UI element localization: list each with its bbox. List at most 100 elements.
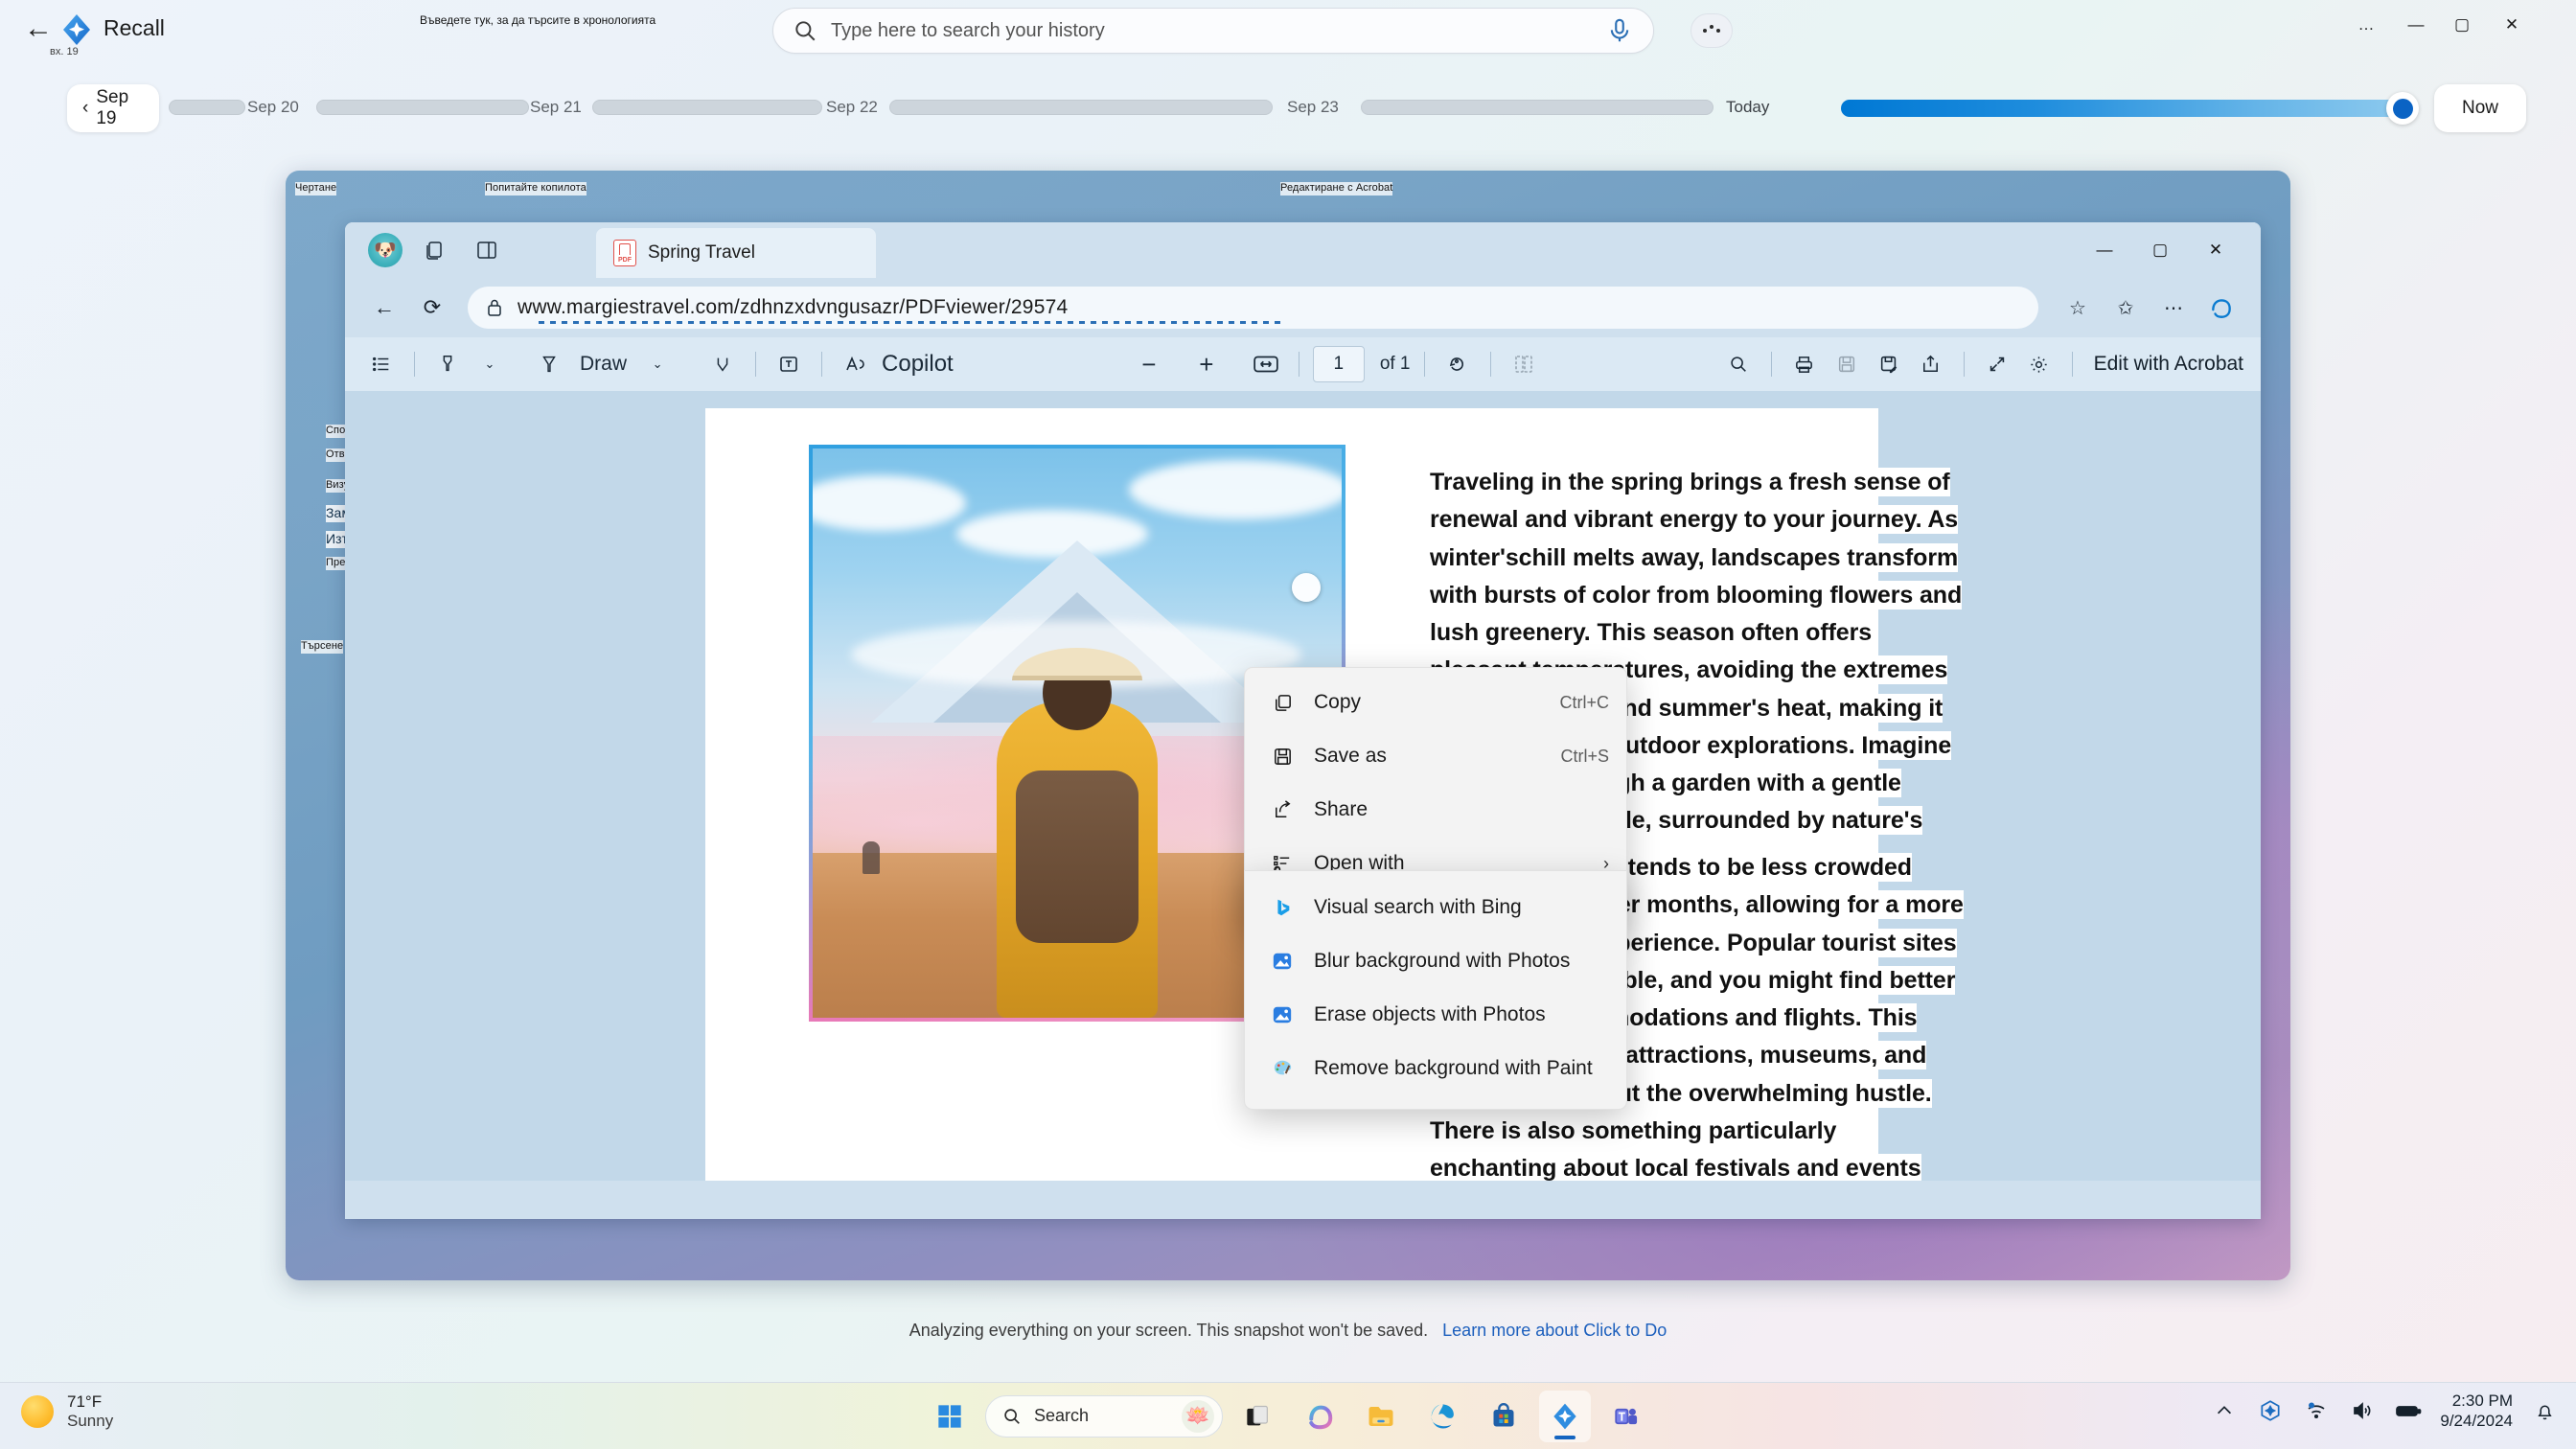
zoom-in-icon[interactable]: + (1187, 345, 1226, 383)
zoom-out-icon[interactable]: − (1130, 345, 1168, 383)
timeline-knob[interactable] (2386, 92, 2419, 125)
menu-item-label: Blur background with Photos (1314, 950, 1571, 972)
context-menu-item-visual-search[interactable]: Visual search with Bing (1245, 881, 1626, 934)
task-view-icon[interactable] (1232, 1391, 1284, 1442)
timeline-day-bar[interactable] (1361, 100, 1714, 115)
back-arrow-icon[interactable]: ← (17, 8, 59, 50)
page-number-input[interactable]: 1 (1312, 346, 1365, 382)
browser-settings-icon[interactable]: ⋯ (2151, 286, 2196, 330)
timeline-day-bar[interactable] (169, 100, 245, 115)
timeline-day-label[interactable]: Sep 23 (1287, 98, 1339, 117)
context-menu-item-save-as[interactable]: Save as Ctrl+S (1245, 729, 1626, 783)
url-highlight-underline (539, 321, 1286, 324)
timeline-now-button[interactable]: Now (2434, 84, 2526, 132)
microphone-icon[interactable] (1605, 16, 1634, 45)
refresh-icon[interactable]: ⟳ (410, 286, 454, 330)
copilot-label[interactable]: Copilot (882, 351, 954, 378)
split-screen-icon[interactable] (468, 231, 506, 269)
context-menu-item-copy[interactable]: Copy Ctrl+C (1245, 676, 1626, 729)
fit-to-width-icon[interactable] (1247, 345, 1285, 383)
draw-icon[interactable] (530, 345, 568, 383)
page-list-icon[interactable] (362, 345, 401, 383)
click-to-do-context-menu-secondary[interactable]: Visual search with Bing Blur background … (1244, 870, 1627, 1110)
timeline-day-bar[interactable] (316, 100, 529, 115)
history-search-bar[interactable] (772, 8, 1654, 54)
more-options-button[interactable] (1690, 13, 1733, 48)
timeline-scrubber[interactable]: ‹ Sep 19 Sep 20 Sep 21 Sep 22 Sep 23 Tod… (0, 84, 2576, 132)
wifi-icon[interactable] (2302, 1396, 2331, 1425)
ocr-label: Попитайте копилота (485, 182, 586, 196)
context-menu-item-blur-background[interactable]: Blur background with Photos (1245, 934, 1626, 988)
taskbar-clock[interactable]: 2:30 PM 9/24/2024 (2440, 1391, 2513, 1432)
app-more-button[interactable]: … (2344, 6, 2388, 44)
windows-taskbar: 71°F Sunny Search 🪷 2:30 PM 9/24/2024 (0, 1382, 2576, 1449)
browser-minimize-button[interactable]: — (2077, 228, 2132, 272)
favorites-star-icon[interactable]: ✩ (2104, 286, 2148, 330)
context-menu-item-remove-background[interactable]: Remove background with Paint (1245, 1042, 1626, 1095)
image-resize-handle[interactable] (1292, 573, 1321, 602)
copilot-tray-icon[interactable] (2256, 1396, 2285, 1425)
timeline-day-label[interactable]: Sep 20 (247, 98, 299, 117)
edge-icon[interactable] (1416, 1391, 1468, 1442)
print-icon[interactable] (1785, 345, 1824, 383)
rotate-icon[interactable] (1438, 345, 1477, 383)
profile-avatar[interactable]: 🐶 (368, 233, 402, 267)
add-favorite-icon[interactable]: ☆ (2056, 286, 2100, 330)
find-icon[interactable] (1719, 345, 1758, 383)
highlight-icon[interactable] (428, 345, 467, 383)
close-button[interactable]: ✕ (2490, 6, 2534, 44)
copy-icon (1270, 690, 1295, 715)
taskbar-search-box[interactable]: Search 🪷 (985, 1394, 1223, 1438)
recall-snapshot-card[interactable]: Чертане Попитайте копилота Редактиране с A… (286, 171, 2290, 1280)
timeline-current-day[interactable]: ‹ Sep 19 (67, 84, 159, 132)
menu-item-shortcut: Ctrl+S (1560, 746, 1609, 766)
windows-start-icon[interactable] (924, 1391, 976, 1442)
volume-icon[interactable] (2348, 1396, 2377, 1425)
battery-icon[interactable] (2394, 1396, 2423, 1425)
chevron-down-icon[interactable]: ⌄ (638, 345, 677, 383)
chevron-down-icon[interactable]: ⌄ (471, 345, 509, 383)
divider (414, 352, 415, 377)
draw-label[interactable]: Draw (572, 345, 634, 383)
add-text-icon[interactable] (770, 345, 808, 383)
minimize-button[interactable]: — (2394, 6, 2438, 44)
context-menu-item-erase-objects[interactable]: Erase objects with Photos (1245, 988, 1626, 1042)
teams-icon[interactable] (1600, 1391, 1652, 1442)
timeline-day-bar[interactable] (592, 100, 822, 115)
timeline-today-progress[interactable] (1841, 100, 2402, 117)
browser-tab-strip: 🐶 PDF Spring Travel — ▢ ✕ (345, 222, 2261, 278)
url-field[interactable]: www.margiestravel.com/zdhnzxdvngusazr/PD… (468, 287, 2038, 329)
gear-icon[interactable] (2020, 345, 2058, 383)
notifications-bell-icon[interactable] (2530, 1396, 2559, 1425)
browser-tab-spring-travel[interactable]: PDF Spring Travel (596, 228, 876, 278)
copilot-icon[interactable] (2199, 286, 2243, 330)
copilot-icon[interactable] (1294, 1391, 1346, 1442)
file-explorer-icon[interactable] (1355, 1391, 1407, 1442)
taskbar-weather-widget[interactable]: 71°F Sunny (21, 1392, 113, 1432)
microsoft-store-icon[interactable] (1478, 1391, 1530, 1442)
lotus-icon[interactable]: 🪷 (1182, 1399, 1214, 1433)
timeline-day-bar[interactable] (889, 100, 1273, 115)
recall-icon[interactable] (1539, 1390, 1591, 1442)
status-message: Analyzing everything on your screen. Thi… (908, 1321, 1429, 1340)
browser-close-button[interactable]: ✕ (2188, 228, 2243, 272)
erase-icon[interactable] (703, 345, 742, 383)
search-input[interactable] (831, 19, 1605, 42)
save-as-icon[interactable] (1870, 345, 1908, 383)
timeline-day-label[interactable]: Sep 21 (530, 98, 582, 117)
timeline-day-label[interactable]: Sep 22 (826, 98, 878, 117)
read-aloud-icon[interactable] (836, 345, 874, 383)
maximize-button[interactable]: ▢ (2440, 6, 2484, 44)
context-menu-item-share[interactable]: Share (1245, 783, 1626, 837)
browser-maximize-button[interactable]: ▢ (2132, 228, 2188, 272)
learn-more-link[interactable]: Learn more about Click to Do (1442, 1321, 1667, 1340)
back-arrow-icon[interactable]: ← (362, 286, 406, 330)
collections-icon[interactable] (416, 231, 454, 269)
search-icon (795, 21, 816, 41)
fullscreen-icon[interactable] (1978, 345, 2016, 383)
edit-with-acrobat-button[interactable]: Edit with Acrobat (2094, 353, 2243, 376)
show-hidden-icons-icon[interactable] (2210, 1396, 2239, 1425)
share-icon[interactable] (1912, 345, 1950, 383)
dot (1710, 25, 1714, 29)
menu-item-label: Erase objects with Photos (1314, 1003, 1546, 1025)
